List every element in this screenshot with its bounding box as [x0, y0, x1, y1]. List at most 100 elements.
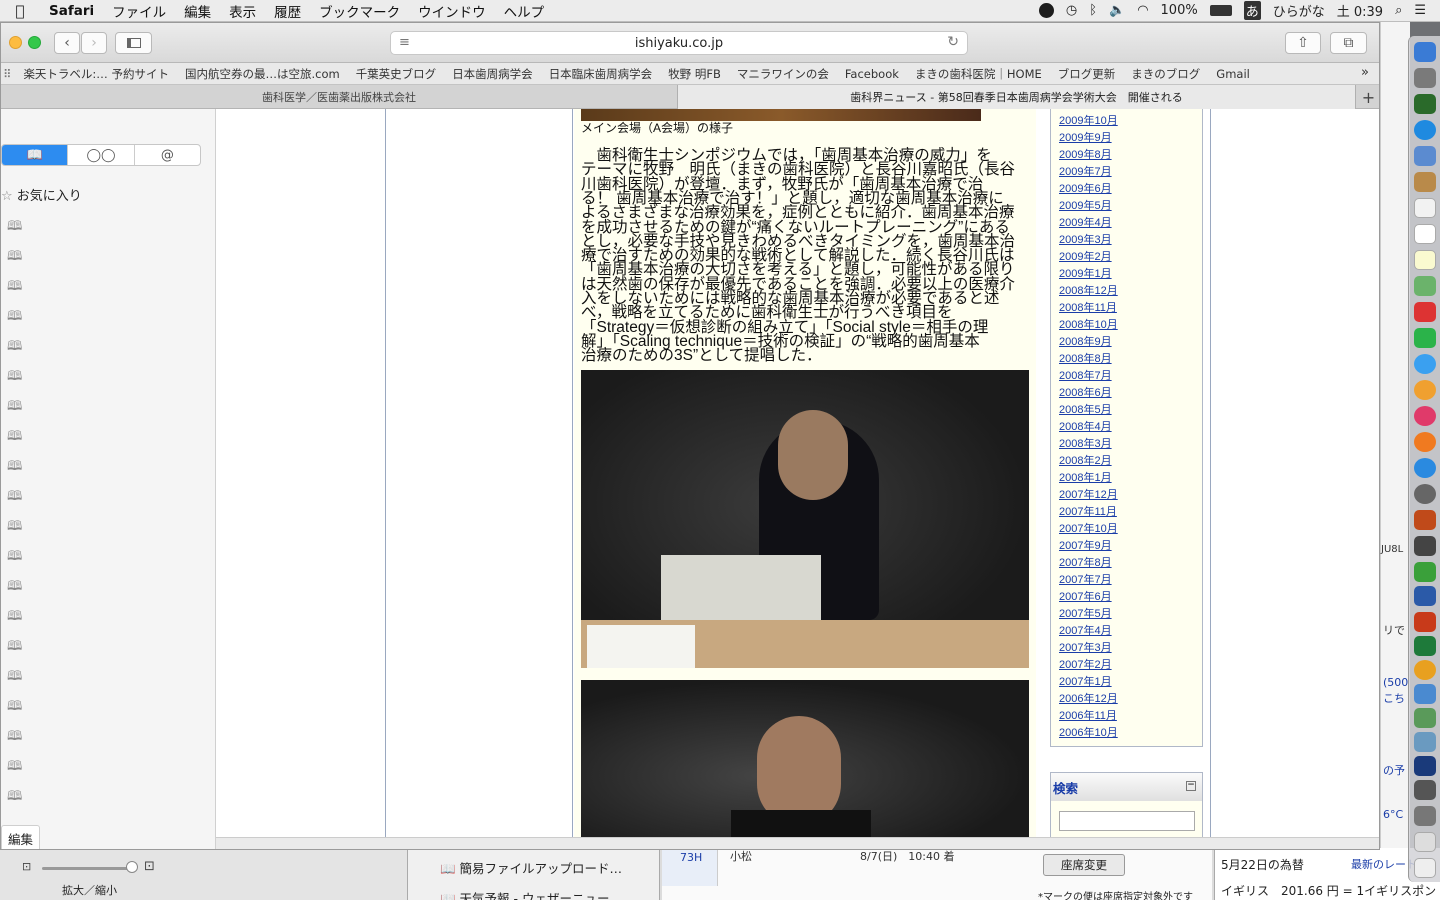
launchpad-icon[interactable] [1414, 68, 1436, 88]
archive-link[interactable]: 2008年12月 [1059, 282, 1118, 298]
zoom-slider-knob[interactable] [126, 861, 138, 873]
bookmark-book-icon[interactable]: 🕮 [7, 457, 25, 474]
itunes-icon[interactable] [1414, 406, 1436, 426]
zoom-slider[interactable] [42, 867, 134, 870]
bookmark-item[interactable]: まきの歯科医院｜HOME [907, 66, 1050, 82]
tabs-overview-button[interactable]: ⧉ [1330, 32, 1367, 54]
shared-links-segment[interactable]: @ [135, 145, 200, 165]
reload-icon[interactable]: ↻ [947, 34, 959, 50]
archive-link[interactable]: 2009年7月 [1059, 163, 1112, 179]
network-icon[interactable] [1414, 708, 1436, 728]
back-button[interactable]: ‹ [54, 32, 80, 54]
apple-icon[interactable]:  [0, 2, 40, 20]
bookmark-book-icon[interactable]: 🕮 [7, 487, 25, 504]
bookmark-item[interactable]: 日本歯周病学会 [444, 66, 541, 82]
archive-link[interactable]: 2009年1月 [1059, 265, 1112, 281]
bookmark-book-icon[interactable]: 🕮 [7, 667, 25, 684]
word-icon[interactable] [1414, 586, 1436, 606]
trash-icon[interactable] [1414, 858, 1436, 878]
app-icon[interactable] [1414, 780, 1436, 800]
system-preferences-icon[interactable] [1414, 484, 1436, 504]
photo-booth-icon[interactable] [1414, 302, 1436, 322]
bookmark-item[interactable]: 国内航空券の最…は空旅.com [177, 66, 348, 82]
app-status-icon[interactable] [1038, 3, 1054, 18]
address-bar[interactable]: ≡ ishiyaku.co.jp ↻ [390, 31, 968, 55]
archive-link[interactable]: 2007年1月 [1059, 673, 1112, 689]
spotlight-icon[interactable]: ⌕ [1395, 3, 1402, 18]
bookmark-book-icon[interactable]: 🕮 [7, 607, 25, 624]
script-editor-icon[interactable] [1414, 536, 1436, 556]
bookmark-item[interactable]: ブログ更新 [1050, 66, 1124, 82]
bookmark-book-icon[interactable]: 🕮 [7, 697, 25, 714]
bookmark-book-icon[interactable]: 🕮 [7, 517, 25, 534]
bookmark-book-icon[interactable]: 🕮 [7, 397, 25, 414]
bg-list-item[interactable]: 📖 簡易ファイルアップロード… [440, 858, 622, 877]
iphoto-icon[interactable] [1414, 380, 1436, 400]
bookmark-item[interactable]: 楽天トラベル:… 予約サイト [15, 66, 177, 82]
bookmark-item[interactable]: Facebook [837, 67, 907, 81]
messages-icon[interactable] [1414, 354, 1436, 374]
tab-ishiyaku[interactable]: 歯科医学／医歯薬出版株式会社 [1, 85, 678, 109]
minimize-button[interactable] [9, 36, 22, 49]
downloads-icon[interactable] [1414, 832, 1436, 852]
menu-edit[interactable]: 編集 [175, 1, 220, 21]
seat-change-button[interactable]: 座席変更 [1043, 854, 1125, 876]
archive-link[interactable]: 2008年7月 [1059, 367, 1112, 383]
forward-button[interactable]: › [81, 32, 107, 54]
app-store-icon[interactable] [1414, 458, 1436, 478]
archive-link[interactable]: 2008年11月 [1059, 299, 1117, 315]
archive-link[interactable]: 2008年6月 [1059, 384, 1112, 400]
excel-icon[interactable] [1414, 636, 1436, 656]
menu-help[interactable]: ヘルプ [495, 1, 554, 21]
bookmark-item[interactable]: Gmail [1208, 67, 1258, 81]
archive-link[interactable]: 2008年5月 [1059, 401, 1112, 417]
menu-file[interactable]: ファイル [103, 1, 175, 21]
favorites-folder[interactable]: ☆ お気に入り [1, 185, 82, 204]
outlook-icon[interactable] [1414, 660, 1436, 680]
archive-link[interactable]: 2008年10月 [1059, 316, 1118, 332]
reading-list-segment[interactable]: ◯◯ [68, 145, 135, 165]
bookmark-book-icon[interactable]: 🕮 [7, 757, 25, 774]
facetime-icon[interactable] [1414, 328, 1436, 348]
archive-link[interactable]: 2009年9月 [1059, 129, 1112, 145]
bookmark-book-icon[interactable]: 🕮 [7, 637, 25, 654]
safari-icon[interactable] [1414, 120, 1436, 140]
archive-link[interactable]: 2006年12月 [1059, 690, 1118, 706]
archive-link[interactable]: 2007年12月 [1059, 486, 1118, 502]
bookmark-book-icon[interactable]: 🕮 [7, 727, 25, 744]
wifi-icon[interactable]: ◠ [1137, 3, 1148, 18]
dashboard-icon[interactable] [1414, 94, 1436, 114]
volume-icon[interactable]: 🔈 [1109, 3, 1125, 18]
bg-list-item[interactable]: 📖 天気予報 - ウェザーニュー… [440, 888, 622, 900]
search-input[interactable] [1059, 811, 1195, 831]
bookmark-book-icon[interactable]: 🕮 [7, 367, 25, 384]
archive-link[interactable]: 2007年5月 [1059, 605, 1112, 621]
archive-link[interactable]: 2009年6月 [1059, 180, 1112, 196]
menu-history[interactable]: 履歴 [265, 1, 310, 21]
archive-link[interactable]: 2007年2月 [1059, 656, 1112, 672]
menu-window[interactable]: ウインドウ [409, 1, 495, 21]
keynote-icon[interactable] [1414, 510, 1436, 530]
archive-link[interactable]: 2009年5月 [1059, 197, 1112, 213]
clock[interactable]: 土 0:39 [1337, 1, 1383, 20]
archive-link[interactable]: 2009年8月 [1059, 146, 1112, 162]
numbers-icon[interactable] [1414, 562, 1436, 582]
preview-icon[interactable] [1414, 146, 1436, 166]
battery-icon[interactable] [1209, 5, 1232, 16]
archive-link[interactable]: 2007年7月 [1059, 571, 1112, 587]
contacts-icon[interactable] [1414, 172, 1436, 192]
bookmark-book-icon[interactable]: 🕮 [7, 217, 25, 234]
archive-link[interactable]: 2008年2月 [1059, 452, 1112, 468]
menu-safari[interactable]: Safari [40, 3, 103, 19]
archive-link[interactable]: 2006年11月 [1059, 707, 1117, 723]
archive-link[interactable]: 2007年9月 [1059, 537, 1112, 553]
archive-link[interactable]: 2009年2月 [1059, 248, 1112, 264]
sidebar-toggle-button[interactable] [115, 32, 152, 54]
calendar-icon[interactable] [1414, 198, 1436, 218]
menu-bookmarks[interactable]: ブックマーク [310, 1, 409, 21]
bookmark-item[interactable]: まきのブログ [1123, 66, 1208, 82]
archive-link[interactable]: 2006年10月 [1059, 724, 1118, 740]
photoshop-icon[interactable] [1414, 756, 1436, 776]
archive-link[interactable]: 2007年10月 [1059, 520, 1118, 536]
archive-link[interactable]: 2009年10月 [1059, 112, 1118, 128]
